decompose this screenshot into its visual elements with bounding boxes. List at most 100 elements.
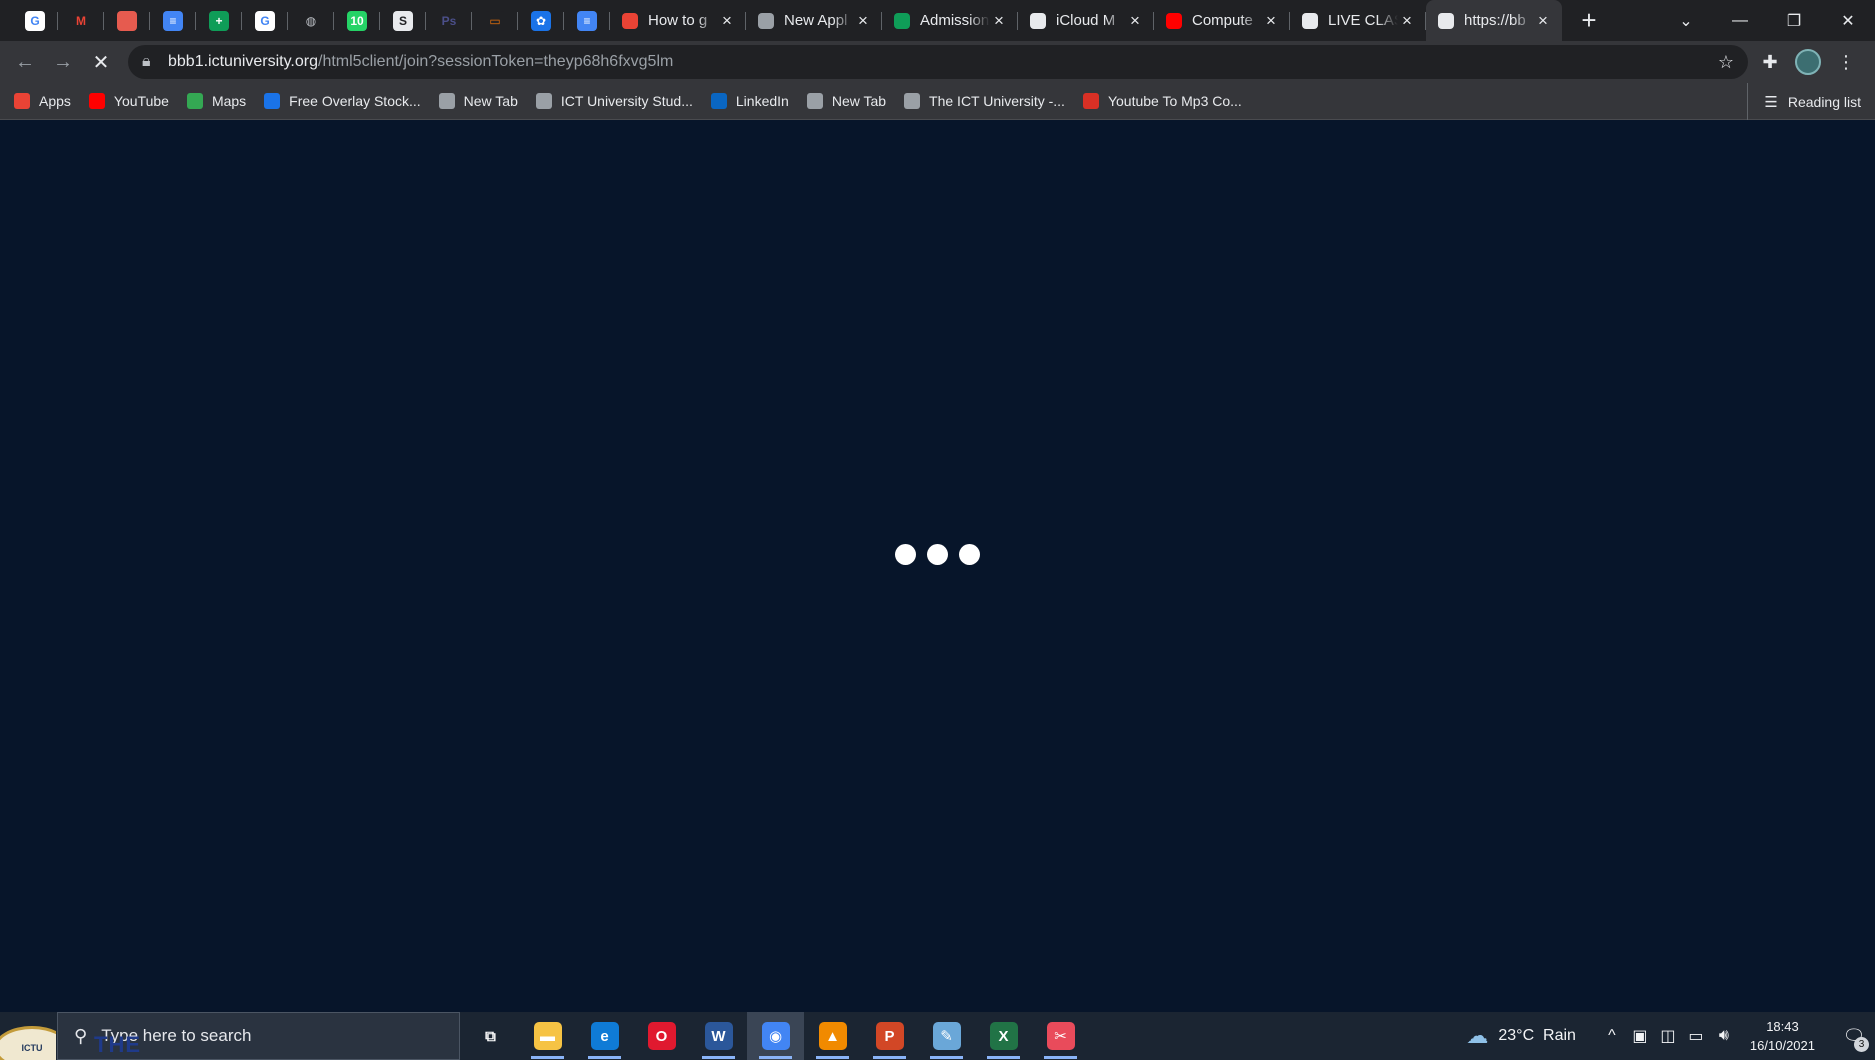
battery-icon[interactable]: ▭ xyxy=(1682,1026,1710,1046)
start-button[interactable]: ICTU xyxy=(0,1012,56,1060)
close-tab-icon[interactable]: × xyxy=(1534,11,1552,30)
settings-icon: ✿ xyxy=(531,10,551,31)
bookmark-label: The ICT University -... xyxy=(929,93,1065,109)
bookmark-star-icon[interactable]: ☆ xyxy=(1718,52,1734,73)
close-tab-icon[interactable]: × xyxy=(854,11,872,30)
pinned-tab[interactable]: ≡ xyxy=(564,0,610,41)
notification-center-button[interactable]: 🗨︎ 3 xyxy=(1833,1012,1875,1060)
taskbar-app[interactable]: W xyxy=(690,1012,747,1060)
tab-title: LIVE CLAS xyxy=(1328,12,1398,29)
more-menu-icon[interactable]: ⋮ xyxy=(1827,43,1865,81)
bookmark-item[interactable]: YouTube xyxy=(88,93,169,109)
bookmark-item[interactable]: New Tab xyxy=(438,93,518,109)
taskbar-app[interactable]: ✂ xyxy=(1032,1012,1089,1060)
close-tab-icon[interactable]: × xyxy=(1126,11,1144,30)
file-explorer-icon: ▬ xyxy=(533,1022,562,1050)
taskbar-app[interactable]: ▲ xyxy=(804,1012,861,1060)
bookmark-item[interactable]: LinkedIn xyxy=(710,93,789,109)
restore-button[interactable]: ❐ xyxy=(1767,3,1821,39)
bookmark-item[interactable]: Apps xyxy=(14,93,71,109)
chevron-up-icon[interactable]: ^ xyxy=(1598,1027,1626,1045)
browser-tab[interactable]: Admission × xyxy=(882,0,1018,41)
browser-tab[interactable]: New Appl × xyxy=(746,0,882,41)
close-window-button[interactable]: ✕ xyxy=(1821,3,1875,39)
rain-cloud-icon: ☁ xyxy=(1466,1023,1489,1048)
tab-search-icon[interactable]: ⌄ xyxy=(1659,3,1713,39)
profile-avatar[interactable] xyxy=(1789,43,1827,81)
pinned-tab[interactable]: G xyxy=(12,0,58,41)
minimize-button[interactable]: — xyxy=(1713,3,1767,39)
docs-icon: ≡ xyxy=(577,10,597,31)
taskbar-app[interactable]: O xyxy=(633,1012,690,1060)
chrome-icon: ◉ xyxy=(761,1022,790,1050)
browser-tab[interactable]: iCloud M × xyxy=(1018,0,1154,41)
bookmark-label: ICT University Stud... xyxy=(560,93,693,109)
taskbar-app[interactable]: ✎ xyxy=(918,1012,975,1060)
browser-tab[interactable]: Compute × xyxy=(1154,0,1290,41)
taskbar-app[interactable]: P xyxy=(861,1012,918,1060)
bookmarks-bar: Apps YouTube Maps Free Overlay Stock... New … xyxy=(0,83,1875,120)
taskbar-app[interactable]: X xyxy=(975,1012,1032,1060)
reading-list-button[interactable]: ☰ Reading list xyxy=(1747,83,1861,120)
browser-tab[interactable]: LIVE CLAS × xyxy=(1290,0,1426,41)
close-tab-icon[interactable]: × xyxy=(718,11,736,30)
lock-icon[interactable]: 🔒︎ xyxy=(142,53,156,71)
bookmark-item[interactable]: ICT University Stud... xyxy=(535,93,693,109)
pinned-tab[interactable]: ≡ xyxy=(150,0,196,41)
pinned-tab[interactable]: G xyxy=(242,0,288,41)
whatsapp-icon: 10 xyxy=(347,10,367,31)
ictu-logo-icon: ICTU xyxy=(0,1026,56,1060)
volume-icon[interactable]: 🔊︎ xyxy=(1710,1027,1738,1045)
weather-temp: 23°C xyxy=(1498,1027,1535,1044)
v-logo-icon xyxy=(264,93,281,109)
globe-icon: ◍ xyxy=(301,10,321,31)
close-tab-icon[interactable]: × xyxy=(1398,11,1416,30)
new-tab-button[interactable]: + xyxy=(1568,0,1610,41)
tab-title: Admission xyxy=(920,12,990,29)
bookmark-list: Apps YouTube Maps Free Overlay Stock... New … xyxy=(14,93,1260,109)
taskbar-app[interactable]: ◉ xyxy=(747,1012,804,1060)
back-button[interactable]: ← xyxy=(6,43,44,81)
weather-widget[interactable]: ☁ 23°C Rain xyxy=(1466,1023,1576,1049)
sheets-icon xyxy=(894,12,910,29)
bookmark-item[interactable]: Youtube To Mp3 Co... xyxy=(1082,93,1242,109)
extensions-puzzle-icon[interactable]: ✚ xyxy=(1751,43,1789,81)
linkedin-icon xyxy=(710,93,727,109)
display-icon[interactable]: ▣ xyxy=(1626,1026,1654,1046)
bookmark-item[interactable]: Free Overlay Stock... xyxy=(264,93,421,109)
taskbar-app[interactable]: ▬ xyxy=(519,1012,576,1060)
system-tray: ☁ 23°C Rain ^ ▣ ◫ ▭ 🔊︎ 18:43 16/10/2021 … xyxy=(1466,1012,1875,1060)
browser-tab[interactable]: https://bb × xyxy=(1426,0,1562,41)
stop-loading-button[interactable]: ✕ xyxy=(82,43,120,81)
pinned-tab[interactable]: ◍ xyxy=(288,0,334,41)
pinned-tab[interactable]: Ps xyxy=(426,0,472,41)
pinned-tab[interactable]: + xyxy=(196,0,242,41)
pinned-tab[interactable] xyxy=(104,0,150,41)
bookmark-item[interactable]: New Tab xyxy=(806,93,886,109)
address-bar[interactable]: 🔒︎ bbb1.ictuniversity.org/html5client/jo… xyxy=(128,45,1748,79)
browser-window: G M ≡ + G ◍ 10 S Ps ▭ ✿ ≡ How to g × New Appl × Admissi… xyxy=(0,0,1875,1012)
close-tab-icon[interactable]: × xyxy=(1262,11,1280,30)
browser-tab[interactable]: How to g × xyxy=(610,0,746,41)
youtube-icon xyxy=(1166,12,1182,29)
taskbar-apps: ⧉ ▬ e O W ◉ ▲ P ✎ X ✂ xyxy=(462,1012,1089,1060)
pinned-tab[interactable]: 10 xyxy=(334,0,380,41)
pinned-tab[interactable]: S xyxy=(380,0,426,41)
url-host: bbb1.ictuniversity.org xyxy=(168,53,318,70)
logo-text: ICTU xyxy=(21,1043,43,1053)
pinned-tab[interactable]: ✿ xyxy=(518,0,564,41)
pinned-tab[interactable]: ▭ xyxy=(472,0,518,41)
clock[interactable]: 18:43 16/10/2021 xyxy=(1750,1017,1815,1055)
bookmark-item[interactable]: The ICT University -... xyxy=(904,93,1065,109)
forward-button[interactable]: → xyxy=(44,43,82,81)
bookmark-item[interactable]: Maps xyxy=(186,93,246,109)
meet-now-icon[interactable]: ◫ xyxy=(1654,1026,1682,1046)
pinned-tab[interactable]: M xyxy=(58,0,104,41)
close-tab-icon[interactable]: × xyxy=(990,11,1008,30)
taskbar-app[interactable]: ⧉ xyxy=(462,1012,519,1060)
clock-date: 16/10/2021 xyxy=(1749,1038,1815,1053)
taskbar-app[interactable]: e xyxy=(576,1012,633,1060)
weather-desc: Rain xyxy=(1543,1027,1576,1044)
window-controls: ⌄ — ❐ ✕ xyxy=(1659,0,1875,41)
bookmark-label: YouTube xyxy=(113,93,169,109)
